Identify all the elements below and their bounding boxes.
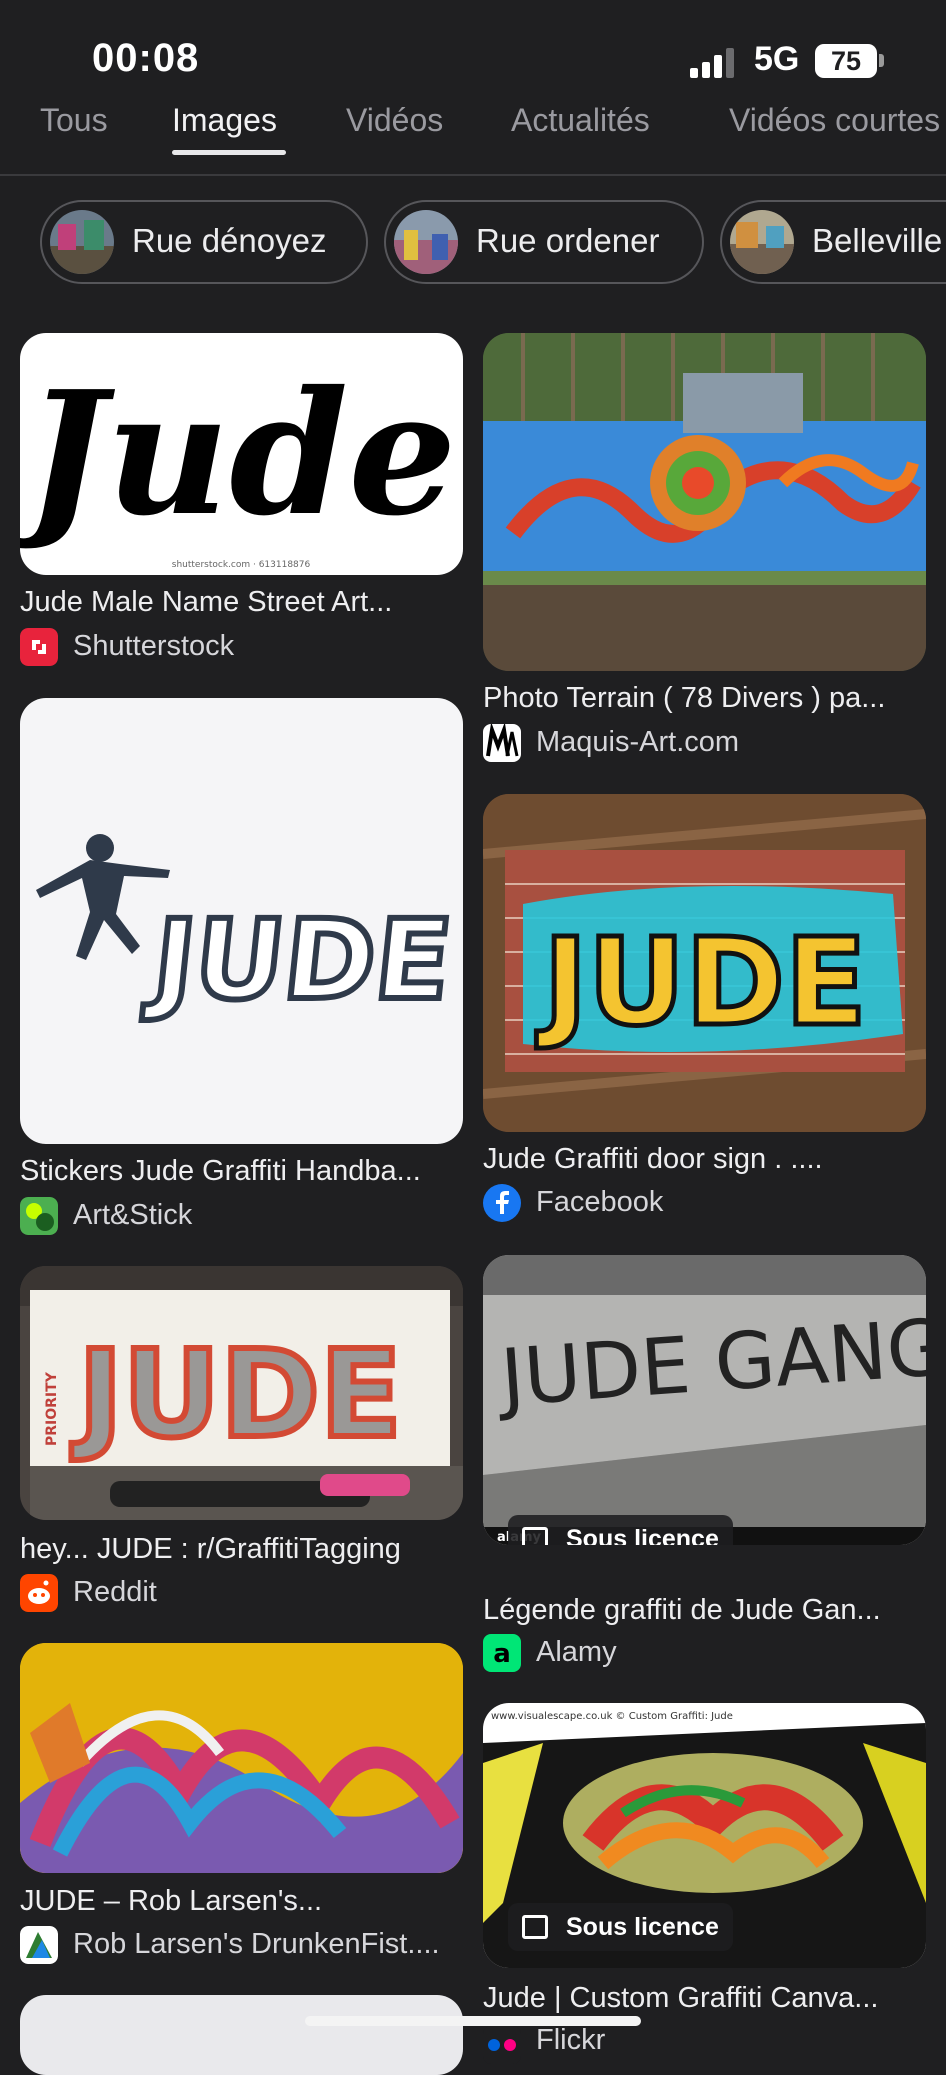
colorful-graffiti-image <box>20 1643 463 1873</box>
tab-short-videos[interactable]: Vidéos courtes <box>729 102 940 139</box>
image-text: JUDE <box>536 914 867 1053</box>
result-image[interactable]: JUDE <box>483 794 926 1132</box>
chip-rue-denoyez[interactable]: Rue dénoyez <box>40 200 368 284</box>
divider <box>0 174 946 176</box>
chip-label: Belleville <box>812 222 943 259</box>
search-tabs: Tous Images Vidéos Actualités Vidéos cou… <box>0 96 946 176</box>
result-title[interactable]: Jude Male Name Street Art... <box>20 586 463 619</box>
alamy-favicon-icon: a <box>483 1634 521 1672</box>
result-title[interactable]: Légende graffiti de Jude Gan... <box>483 1594 926 1627</box>
result-source[interactable]: Alamy <box>536 1636 617 1669</box>
tab-news[interactable]: Actualités <box>511 102 650 139</box>
licensed-label: Sous licence <box>566 1913 719 1941</box>
chip-thumbnail <box>730 210 794 274</box>
result-source[interactable]: Reddit <box>73 1576 157 1609</box>
rob-larsen-favicon-icon <box>20 1926 58 1964</box>
svg-text:a: a <box>493 1639 511 1669</box>
shutterstock-favicon-icon <box>20 628 58 666</box>
battery-tip <box>879 54 884 67</box>
result-source[interactable]: Shutterstock <box>73 630 234 663</box>
cellular-signal-icon <box>690 48 734 78</box>
jude-door-sign-image: JUDE <box>483 794 926 1132</box>
result-title[interactable]: Stickers Jude Graffiti Handba... <box>20 1155 463 1188</box>
image-text: JUDE <box>140 897 457 1025</box>
result-source[interactable]: Maquis-Art.com <box>536 726 739 759</box>
result-source[interactable]: Flickr <box>536 2024 605 2057</box>
chip-label: Rue ordener <box>476 222 660 259</box>
result-source[interactable]: Rob Larsen's DrunkenFist.... <box>73 1928 463 1961</box>
image-label: PRIORITY <box>44 1371 60 1446</box>
licensed-label: Sous licence <box>566 1525 719 1545</box>
licensed-badge: Sous licence <box>508 1903 733 1951</box>
status-time: 00:08 <box>92 36 200 80</box>
chip-rue-ordener[interactable]: Rue ordener <box>384 200 704 284</box>
result-image[interactable]: www.visualescape.co.uk © Custom Graffiti… <box>483 1703 926 1968</box>
result-title[interactable]: Photo Terrain ( 78 Divers ) pa... <box>483 682 926 715</box>
facebook-favicon-icon <box>483 1184 521 1222</box>
result-image[interactable] <box>20 1995 463 2075</box>
image-watermark: www.visualescape.co.uk © Custom Graffiti… <box>491 1711 733 1722</box>
battery-icon: 75 <box>815 44 877 78</box>
result-image[interactable] <box>20 1643 463 1873</box>
chip-label: Rue dénoyez <box>132 222 327 259</box>
related-searches: Rue dénoyez Rue ordener Belleville <box>0 200 946 290</box>
reddit-favicon-icon <box>20 1574 58 1612</box>
flickr-favicon-icon <box>483 2026 521 2064</box>
tab-videos[interactable]: Vidéos <box>346 102 443 139</box>
image-icon <box>522 1527 548 1545</box>
result-title[interactable]: Jude Graffiti door sign . .... <box>483 1143 926 1176</box>
image-text: JUDE <box>71 1326 402 1465</box>
result-image[interactable]: JUDE PRIORITY <box>20 1266 463 1520</box>
tab-all[interactable]: Tous <box>40 102 108 139</box>
maquis-art-favicon-icon <box>483 724 521 762</box>
active-tab-indicator <box>172 150 286 155</box>
network-type: 5G <box>754 40 800 78</box>
jude-gang-wall-photo: JUDE GANG alamy <box>483 1255 926 1545</box>
result-image[interactable]: Jude shutterstock.com · 613118876 <box>20 333 463 575</box>
chip-belleville[interactable]: Belleville <box>720 200 946 284</box>
image-icon <box>522 1915 548 1939</box>
jude-sticker-image: JUDE <box>36 834 460 1028</box>
battery-level: 75 <box>830 46 862 76</box>
tab-images[interactable]: Images <box>172 102 277 139</box>
result-source[interactable]: Facebook <box>536 1186 663 1219</box>
result-title[interactable]: JUDE – Rob Larsen's... <box>20 1885 463 1918</box>
chip-thumbnail <box>50 210 114 274</box>
result-source[interactable]: Art&Stick <box>73 1199 192 1232</box>
chip-thumbnail <box>394 210 458 274</box>
jude-calligraphy-image: Jude shutterstock.com · 613118876 <box>20 354 457 570</box>
result-title[interactable]: Jude | Custom Graffiti Canva... <box>483 1982 926 2015</box>
home-indicator[interactable] <box>305 2016 641 2026</box>
result-image[interactable] <box>483 333 926 671</box>
image-text: Jude <box>20 354 457 554</box>
result-image[interactable]: JUDE GANG alamy Sous licence <box>483 1255 926 1545</box>
licensed-badge: Sous licence <box>508 1515 733 1545</box>
result-image[interactable]: JUDE <box>20 698 463 1144</box>
graffiti-wall-photo <box>483 333 926 671</box>
image-watermark: shutterstock.com · 613118876 <box>172 560 311 570</box>
result-title[interactable]: hey... JUDE : r/GraffitiTagging <box>20 1533 463 1566</box>
jude-sticker-drawing-image: JUDE PRIORITY <box>20 1266 463 1520</box>
artstick-favicon-icon <box>20 1197 58 1235</box>
